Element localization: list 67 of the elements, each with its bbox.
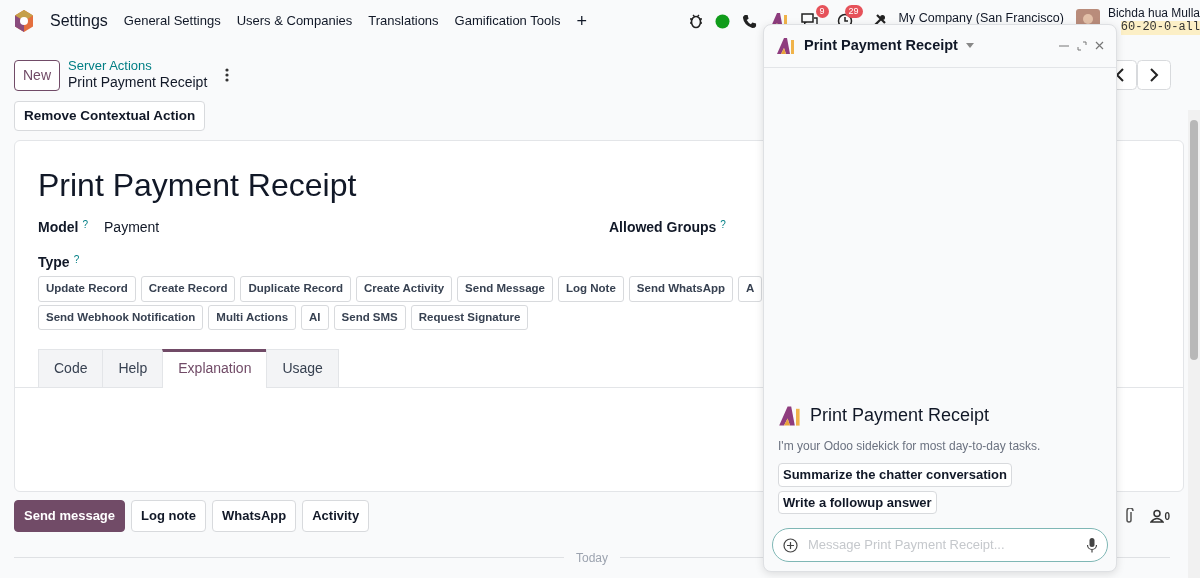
help-mark[interactable]: ? — [720, 217, 726, 233]
field-label: Type — [38, 253, 70, 273]
phone-icon[interactable] — [741, 13, 757, 29]
status-dot-icon[interactable] — [714, 13, 730, 29]
notification-badge: 29 — [844, 5, 863, 18]
ai-logo-icon — [776, 36, 796, 55]
type-option[interactable]: Send Message — [457, 276, 553, 302]
type-option[interactable]: Update Record — [38, 276, 136, 302]
caret-icon[interactable] — [965, 43, 974, 49]
app-title[interactable]: Settings — [50, 9, 108, 33]
help-mark[interactable]: ? — [82, 217, 88, 233]
add-menu-button[interactable]: + — [576, 7, 588, 35]
field-label: Model — [38, 218, 79, 238]
tab[interactable]: Usage — [266, 348, 339, 387]
assistant-intro: I'm your Odoo sidekick for most day-to-day tasks. — [778, 438, 1042, 455]
menu-item[interactable]: Gamification Tools — [454, 11, 561, 31]
type-option[interactable]: Send WhatsApp — [628, 276, 733, 302]
menu-item[interactable]: Translations — [368, 11, 439, 31]
notification-badge: 9 — [815, 5, 829, 18]
chat-title[interactable]: Print Payment Receipt — [804, 35, 958, 57]
ai-logo-icon — [778, 404, 802, 427]
field-label: Allowed Groups — [609, 218, 717, 238]
company-switcher[interactable]: My Company (San Francisco) — [898, 8, 1064, 28]
new-button[interactable]: New — [14, 59, 60, 91]
close-icon[interactable] — [1095, 41, 1104, 51]
suggestion-button[interactable]: Write a followup answer — [778, 490, 937, 514]
type-option[interactable]: AI — [301, 304, 329, 330]
type-option[interactable]: Create Record — [140, 276, 236, 302]
date-divider: Today — [576, 549, 608, 567]
record-title: Print Payment Receipt — [38, 166, 358, 206]
scrollbar[interactable] — [1188, 110, 1200, 578]
chatter-button[interactable]: Activity — [302, 500, 370, 532]
suggestion-button[interactable]: Summarize the chatter conversation — [778, 463, 1012, 487]
type-option[interactable]: Create Activity — [356, 276, 453, 302]
chatter-button[interactable]: WhatsApp — [211, 500, 297, 532]
message-field[interactable]: Message Print Payment Receipt... — [772, 528, 1108, 562]
microphone-icon[interactable] — [1087, 537, 1097, 553]
breadcrumb-link[interactable]: Server Actions — [68, 58, 208, 75]
breadcrumb-current: Print Payment Receipt — [68, 74, 208, 92]
chatter-button[interactable]: Log note — [131, 500, 206, 532]
help-mark[interactable]: ? — [73, 252, 80, 268]
remove-action-button[interactable]: Remove Contextual Action — [14, 101, 206, 132]
message-input[interactable]: Message Print Payment Receipt... — [806, 534, 1079, 556]
type-option[interactable]: Multi Actions — [208, 304, 297, 330]
database-name: 60-20-0-all — [1120, 21, 1200, 35]
next-icon[interactable] — [1137, 60, 1171, 90]
tab[interactable]: Explanation — [162, 348, 268, 388]
tab[interactable]: Help — [102, 348, 164, 387]
followers-button[interactable]: 0 — [1150, 508, 1170, 524]
assistant-title: Print Payment Receipt — [810, 404, 990, 427]
more-icon[interactable] — [225, 68, 230, 82]
menu-item[interactable]: Users & Companies — [236, 11, 353, 31]
tab[interactable]: Code — [38, 348, 104, 387]
user-name[interactable]: Bichda hua Mulla — [1107, 7, 1200, 21]
type-option[interactable]: Send Webhook Notification — [38, 304, 204, 330]
type-option[interactable]: Send SMS — [333, 304, 406, 330]
bug-icon[interactable] — [688, 13, 703, 29]
type-option[interactable]: Request Signature — [410, 304, 529, 330]
paperclip-icon[interactable] — [1124, 508, 1135, 524]
type-option[interactable]: Log Note — [558, 276, 624, 302]
add-icon[interactable] — [783, 537, 798, 553]
menu-item[interactable]: General Settings — [123, 11, 221, 31]
app-logo-icon[interactable] — [14, 10, 34, 32]
field-value: Payment — [104, 218, 160, 238]
type-option[interactable]: Duplicate Record — [240, 276, 351, 302]
chatter-button[interactable]: Send message — [14, 500, 126, 532]
type-option[interactable]: A — [738, 276, 763, 302]
